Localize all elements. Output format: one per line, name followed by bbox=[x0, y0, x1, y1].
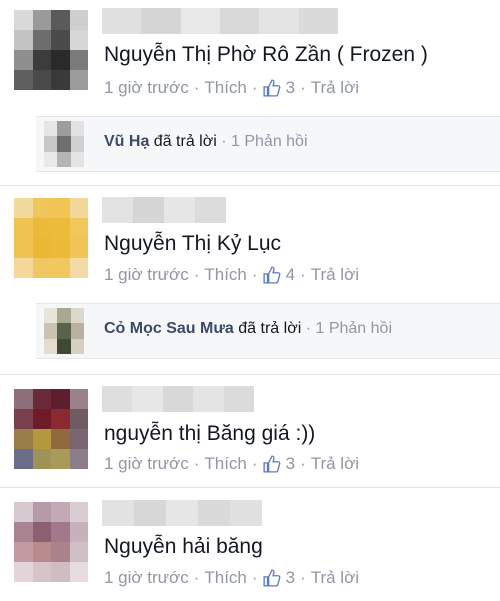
reply-count[interactable]: 1 Phản hồi bbox=[315, 320, 392, 337]
like-count[interactable]: 3 bbox=[286, 568, 295, 588]
author-name-blurred[interactable] bbox=[102, 8, 338, 34]
separator: · bbox=[251, 454, 258, 473]
separator: · bbox=[193, 568, 200, 587]
divider bbox=[0, 374, 500, 375]
like-count[interactable]: 3 bbox=[286, 78, 295, 98]
like-link[interactable]: Thích bbox=[204, 78, 247, 98]
divider bbox=[0, 487, 500, 488]
comment-meta: 1 giờ trước · Thích · 3 · Trả lời bbox=[104, 568, 359, 588]
avatar[interactable] bbox=[14, 198, 88, 278]
divider bbox=[0, 185, 500, 186]
reply-summary[interactable]: Cỏ Mọc Sau Mưa đã trả lời · 1 Phản hồi bbox=[36, 303, 500, 359]
separator: · bbox=[193, 265, 200, 284]
comment-text: nguyễn thị Băng giá :)) bbox=[104, 422, 316, 445]
timestamp-link[interactable]: 1 giờ trước bbox=[104, 265, 189, 285]
reply-link[interactable]: Trả lời bbox=[311, 454, 359, 474]
reply-action: đã trả lời bbox=[238, 320, 302, 337]
reply-author[interactable]: Cỏ Mọc Sau Mưa bbox=[104, 320, 234, 337]
reply-summary-text: Cỏ Mọc Sau Mưa đã trả lời · 1 Phản hồi bbox=[104, 320, 392, 338]
timestamp-link[interactable]: 1 giờ trước bbox=[104, 78, 189, 98]
separator: · bbox=[305, 320, 312, 337]
reply-action: đã trả lời bbox=[153, 133, 217, 150]
like-count[interactable]: 3 bbox=[286, 454, 295, 474]
avatar[interactable] bbox=[14, 10, 88, 90]
reply-summary[interactable]: Vũ Hạ đã trả lời · 1 Phản hồi bbox=[36, 116, 500, 172]
thumbs-up-icon[interactable] bbox=[263, 79, 281, 97]
separator: · bbox=[300, 454, 306, 473]
reply-author[interactable]: Vũ Hạ bbox=[104, 133, 149, 150]
author-name-blurred[interactable] bbox=[102, 386, 255, 412]
separator: · bbox=[300, 265, 306, 284]
like-link[interactable]: Thích bbox=[204, 265, 247, 285]
separator: · bbox=[300, 568, 306, 587]
like-link[interactable]: Thích bbox=[204, 568, 247, 588]
comment-text: Nguyễn Thị Kỷ Lục bbox=[104, 232, 282, 255]
reply-summary-text: Vũ Hạ đã trả lời · 1 Phản hồi bbox=[104, 133, 308, 151]
separator: · bbox=[251, 265, 258, 284]
separator: · bbox=[300, 78, 306, 97]
reply-avatar[interactable] bbox=[44, 121, 84, 167]
separator: · bbox=[193, 78, 200, 97]
timestamp-link[interactable]: 1 giờ trước bbox=[104, 454, 189, 474]
separator: · bbox=[251, 568, 258, 587]
like-link[interactable]: Thích bbox=[204, 454, 247, 474]
comment-text: Nguyễn Thị Phờ Rô Zần ( Frozen ) bbox=[104, 43, 428, 66]
comment-text: Nguyễn hải băng bbox=[104, 535, 263, 558]
comment-meta: 1 giờ trước · Thích · 4 · Trả lời bbox=[104, 265, 359, 285]
comment-meta: 1 giờ trước · Thích · 3 · Trả lời bbox=[104, 78, 359, 98]
reply-link[interactable]: Trả lời bbox=[311, 265, 359, 285]
reply-avatar[interactable] bbox=[44, 308, 84, 354]
separator: · bbox=[193, 454, 200, 473]
separator: · bbox=[251, 78, 258, 97]
comment-meta: 1 giờ trước · Thích · 3 · Trả lời bbox=[104, 454, 359, 474]
reply-link[interactable]: Trả lời bbox=[311, 78, 359, 98]
reply-count[interactable]: 1 Phản hồi bbox=[231, 133, 308, 150]
thumbs-up-icon[interactable] bbox=[263, 569, 281, 587]
thumbs-up-icon[interactable] bbox=[263, 455, 281, 473]
timestamp-link[interactable]: 1 giờ trước bbox=[104, 568, 189, 588]
avatar[interactable] bbox=[14, 502, 88, 582]
separator: · bbox=[221, 133, 227, 150]
author-name-blurred[interactable] bbox=[102, 197, 226, 223]
author-name-blurred[interactable] bbox=[102, 500, 262, 526]
avatar[interactable] bbox=[14, 389, 88, 469]
like-count[interactable]: 4 bbox=[286, 265, 295, 285]
thumbs-up-icon[interactable] bbox=[263, 266, 281, 284]
reply-link[interactable]: Trả lời bbox=[311, 568, 359, 588]
